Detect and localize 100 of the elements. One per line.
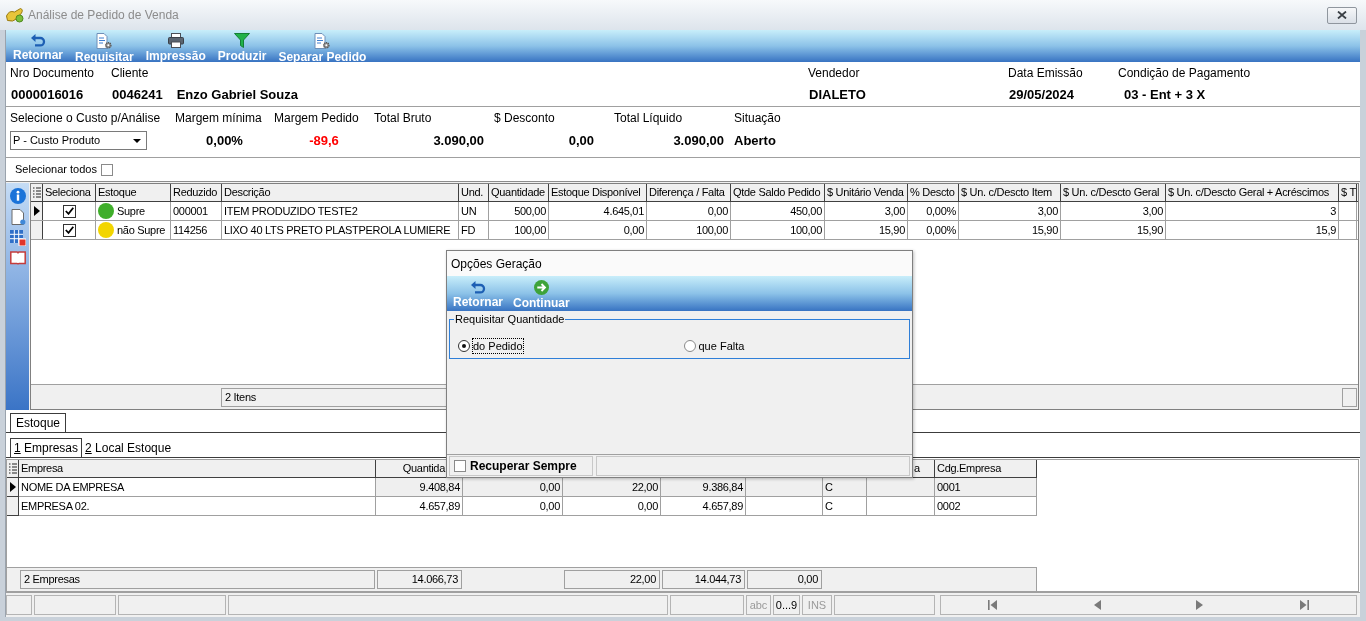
field-value: 0,00% — [205, 132, 244, 149]
stock-status: não Supre — [117, 222, 166, 238]
request-button[interactable]: Requisitar — [73, 33, 136, 64]
table-cell: 3,00 — [1061, 202, 1166, 220]
field-value: 3.090,00 — [432, 132, 484, 149]
status-indicator: 0...9 — [773, 595, 800, 615]
document-icon — [9, 209, 26, 225]
field-label: Vendedor — [808, 66, 860, 81]
total-cell: 14.066,73 — [377, 570, 462, 589]
last-record-button[interactable] — [1299, 600, 1310, 610]
table-cell: FD — [459, 221, 489, 239]
tab[interactable]: Estoque — [10, 413, 67, 432]
table-cell: 3,00 — [959, 202, 1061, 220]
field-value: 03 - Ent + 3 X — [1124, 87, 1206, 103]
table-cell: 450,00 — [731, 202, 825, 220]
table-cell: 22,00 — [563, 478, 661, 497]
radio-button[interactable] — [458, 340, 470, 352]
table-cell: 0,00 — [647, 202, 731, 220]
cost-dropdown[interactable]: P - Custo Produto — [10, 131, 147, 150]
first-record-button[interactable] — [987, 600, 998, 610]
radio-label[interactable]: que Falta — [698, 339, 745, 353]
table-cell: 4.645,01 — [549, 202, 647, 220]
column-header: Estoque Disponível — [549, 184, 647, 201]
close-button[interactable] — [1327, 6, 1357, 24]
field-value: -89,6 — [308, 132, 340, 149]
checkbox[interactable] — [454, 460, 466, 472]
checkbox[interactable] — [100, 163, 113, 176]
radio-button[interactable] — [683, 340, 696, 352]
column-header: Diferença / Falta — [647, 184, 731, 201]
tab[interactable]: 1 Empresas — [10, 438, 83, 457]
column-header: Seleciona — [43, 184, 96, 201]
field-label: Data Emissão — [1008, 66, 1083, 81]
table-cell: 15,90 — [959, 221, 1061, 239]
table-cell: LIXO 40 LTS PRETO PLASTPEROLA LUMIERE — [222, 221, 459, 239]
field-value: Aberto — [734, 132, 777, 149]
column-menu-icon — [8, 462, 17, 475]
table-cell: 4.657,89 — [376, 497, 463, 516]
total-cell: 22,00 — [564, 570, 660, 589]
radio-label[interactable]: do Pedido — [473, 339, 523, 353]
field-value: 0046241 — [112, 87, 163, 103]
table-cell: 0,00 — [563, 497, 661, 516]
column-header: Und. — [459, 184, 489, 201]
group-title: Requisitar Quantidade — [454, 312, 566, 326]
field-value: 3.090,00 — [672, 132, 724, 149]
table-cell — [867, 497, 935, 516]
dialog-title: Opções Geração — [451, 255, 542, 273]
table-cell: 3 — [1166, 202, 1339, 220]
item-count: 2 Itens — [221, 387, 447, 407]
column-menu-icon — [32, 186, 41, 199]
table-cell: 15,90 — [825, 221, 908, 239]
checkbox[interactable] — [62, 204, 76, 218]
field-label: Margem Pedido — [274, 111, 359, 126]
column-header: Estoque — [96, 184, 171, 201]
table-cell: NOME DA EMPRESA — [19, 478, 376, 497]
table-cell: 000001 — [171, 202, 222, 220]
column-header: $ Un. c/Descto Item — [959, 184, 1061, 201]
first-record-icon — [987, 600, 998, 610]
column-header: $ Unitário Venda — [825, 184, 908, 201]
table-icon — [9, 230, 26, 246]
field-value: DIALETO — [809, 87, 866, 103]
table-cell: 0002 — [935, 497, 1037, 516]
total-cell: 2 Empresas — [20, 570, 375, 589]
total-cell: 14.044,73 — [662, 570, 745, 589]
table-cell: 0001 — [935, 478, 1037, 497]
stock-status: Supre — [117, 203, 145, 219]
checkbox-label[interactable]: Selecionar todos — [15, 161, 97, 178]
column-header: Cdg.Empresa — [935, 460, 1037, 478]
table-cell: C — [823, 497, 867, 516]
table-cell: 4.657,89 — [661, 497, 746, 516]
table-cell: 500,00 — [489, 202, 549, 220]
tick-icon — [64, 207, 74, 215]
table-cell: 114256 — [171, 221, 222, 239]
field-label: Cliente — [111, 66, 149, 81]
arrow-circle-icon — [533, 280, 549, 295]
checkbox[interactable] — [62, 223, 76, 237]
column-header: $ Un. c/Descto Geral + Acréscimos — [1166, 184, 1339, 201]
info-icon — [9, 188, 26, 204]
table-cell: 9.386,84 — [661, 478, 746, 497]
table-cell: 9.408,84 — [376, 478, 463, 497]
field-label: Condição de Pagamento — [1118, 66, 1251, 81]
book-icon — [9, 251, 26, 265]
column-header: Reduzido — [171, 184, 222, 201]
undo-arrow-icon — [470, 280, 486, 294]
field-label: $ Desconto — [494, 111, 555, 126]
field-label: Margem mínima — [175, 111, 262, 126]
field-value: 29/05/2024 — [1009, 87, 1075, 103]
tick-icon — [64, 226, 74, 234]
table-cell: 0,00 — [463, 497, 563, 516]
table-cell: 0,00% — [908, 202, 959, 220]
funnel-icon — [234, 33, 251, 48]
table-cell: 100,00 — [731, 221, 825, 239]
close-icon — [1337, 11, 1347, 19]
row-pointer-icon — [9, 482, 16, 492]
checkbox-label[interactable]: Recuperar Sempre — [470, 457, 577, 475]
field-value: Enzo Gabriel Souza — [176, 87, 298, 103]
document-gear-icon — [314, 33, 331, 49]
separate-order-button[interactable]: Separar Pedido — [276, 33, 369, 64]
field-label: Selecione o Custo p/Análise — [10, 111, 161, 126]
table-cell: UN — [459, 202, 489, 220]
table-cell: 100,00 — [489, 221, 549, 239]
